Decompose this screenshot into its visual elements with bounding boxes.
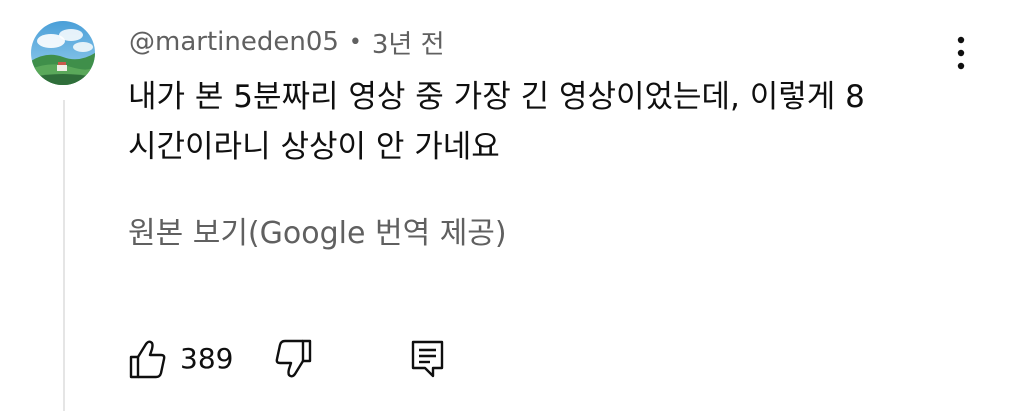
more-options-button[interactable] [944,34,978,72]
reply-button[interactable] [408,336,448,382]
comment-reply-icon [411,340,444,378]
like-button[interactable] [128,336,168,382]
more-vertical-icon [957,36,965,70]
author-handle[interactable]: @martineden05 [129,27,339,57]
avatar-image [31,21,95,85]
comment-thread: @martineden05 • 3년 전 내가 본 5분짜리 영상 중 가장 긴… [0,0,1024,411]
see-original-link[interactable]: 원본 보기(Google 번역 제공) [128,212,507,256]
thread-line [63,100,65,411]
thumbs-up-icon [129,340,166,379]
thumbs-down-icon [275,339,312,378]
like-count: 389 [180,342,234,375]
comment-timestamp[interactable]: 3년 전 [372,24,445,61]
comment-header: @martineden05 • 3년 전 [129,24,445,60]
avatar[interactable] [31,21,95,85]
comment-text: 내가 본 5분짜리 영상 중 가장 긴 영상이었는데, 이렇게 8 시간이라니 … [128,79,865,165]
header-separator: • [348,29,362,55]
dislike-button[interactable] [273,336,313,382]
